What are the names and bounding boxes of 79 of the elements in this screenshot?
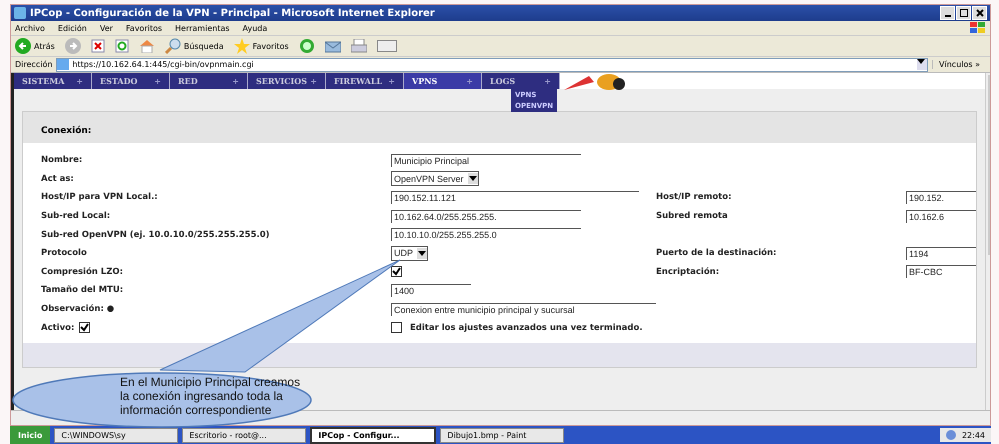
links-button[interactable]: Vínculos » (932, 60, 986, 69)
taskbar-item[interactable]: Dibujo1.bmp - Paint (440, 428, 564, 442)
field-label: Sub-red Local: (41, 211, 110, 222)
field-label: Sub-red OpenVPN (ej. 10.0.10.0/255.255.255.0) (41, 230, 270, 240)
field-label: Tamaño del MTU: (41, 285, 124, 296)
nav-tab[interactable]: ESTADO + (92, 73, 170, 89)
nav-tab[interactable]: SERVICIOS + (248, 73, 326, 89)
text-field[interactable]: 10.10.10.0/255.255.255.0 (391, 228, 581, 242)
printer-icon[interactable] (350, 39, 367, 53)
nav-tab[interactable]: FIREWALL + (326, 73, 404, 89)
address-label: Dirección (15, 60, 52, 69)
dropdown-arrow-icon[interactable] (468, 173, 478, 184)
url-text: https://10.162.64.1:445/cgi-bin/ovpnmain.cgi (72, 60, 254, 69)
checkbox[interactable] (391, 266, 402, 278)
window-title: IPCop - Configuración de la VPN - Principal - Microsoft Internet Explorer (30, 8, 435, 18)
select-field[interactable]: OpenVPN Server (391, 171, 479, 186)
text-field[interactable]: Conexion entre municipio principal y sucursal (391, 302, 656, 316)
taskbar-item[interactable]: C:\WINDOWS\sy (54, 428, 178, 442)
text-field[interactable]: 1400 (391, 284, 471, 297)
back-button[interactable]: Atrás (15, 38, 55, 54)
text-field[interactable]: 1194 (906, 246, 976, 260)
field-label: Encriptación: (656, 266, 720, 277)
section-title: Conexión: (41, 126, 92, 136)
nav-tab[interactable]: LOGS + (482, 73, 560, 89)
menu-item[interactable]: Favoritos (126, 24, 162, 32)
nav-tab[interactable]: VPNS + (404, 73, 482, 89)
history-icon[interactable] (298, 38, 315, 54)
favorites-button[interactable]: Favoritos (234, 38, 289, 54)
close-icon (976, 9, 984, 17)
windows-logo-icon (970, 22, 986, 34)
text-field[interactable]: BF-CBC (906, 265, 976, 278)
minimize-button[interactable] (940, 6, 955, 20)
callout-text: En el Municipio Principal creamos la conexión ingresando toda la información correspondiente (120, 375, 302, 417)
menu-item[interactable]: Edición (58, 24, 87, 32)
field-label: Activo: (41, 322, 74, 333)
star-icon (234, 38, 250, 54)
edit-icon[interactable] (376, 40, 397, 52)
address-field[interactable]: https://10.162.64.1:445/cgi-bin/ovpnmain.cgi (56, 58, 928, 72)
field-label: Puerto de la destinación: (656, 248, 778, 258)
stop-icon[interactable] (90, 39, 105, 53)
field-label: Nombre: (41, 155, 82, 166)
tray-icon[interactable] (946, 430, 956, 440)
field-label: Host/IP para VPN Local.: (41, 192, 158, 202)
browser-icon (14, 7, 26, 19)
maximize-icon (960, 9, 968, 17)
text-field[interactable]: 10.162.6 (906, 210, 976, 223)
checkbox[interactable] (79, 322, 90, 334)
nav-tab[interactable]: SISTEMA + (14, 73, 92, 89)
field-label: Act as: (41, 174, 74, 184)
checkbox-label: Editar los ajustes avanzados una vez terminado. (410, 322, 643, 333)
mail-icon[interactable] (324, 39, 341, 53)
taskbar-item[interactable]: IPCop - Configur... (310, 426, 436, 444)
search-button[interactable]: Búsqueda (164, 38, 224, 54)
text-field[interactable]: 190.152.11.121 (391, 190, 639, 204)
field-label: Protocolo (41, 248, 87, 258)
start-button[interactable]: Inicio (10, 426, 50, 444)
menu-item[interactable]: Ayuda (242, 24, 268, 32)
taskbar-item[interactable]: Escritorio - root@... (182, 428, 306, 442)
select-field[interactable]: UDP (391, 246, 428, 261)
clock: 22:44 (962, 430, 985, 440)
page-icon (57, 59, 70, 70)
nav-tab[interactable]: RED + (170, 73, 248, 89)
close-button[interactable] (972, 6, 987, 20)
text-field[interactable]: 190.152. (906, 190, 976, 204)
field-label: Host/IP remoto: (656, 192, 732, 202)
field-label: Subred remota (656, 211, 729, 222)
text-field[interactable]: Municipio Principal (391, 154, 581, 167)
dropdown-arrow-icon[interactable] (417, 248, 428, 259)
menu-item[interactable]: Ver (100, 24, 113, 32)
menu-item[interactable]: Herramientas (175, 24, 230, 32)
maximize-button[interactable] (956, 6, 971, 20)
home-icon[interactable] (138, 39, 155, 53)
refresh-icon[interactable] (114, 39, 129, 53)
field-label: Compresión LZO: (41, 266, 124, 277)
menu-item[interactable]: Archivo (15, 24, 45, 32)
text-field[interactable]: 10.162.64.0/255.255.255. (391, 210, 581, 223)
search-icon (164, 38, 181, 54)
field-label: Observación: ● (41, 304, 114, 314)
checkbox[interactable] (391, 322, 402, 334)
